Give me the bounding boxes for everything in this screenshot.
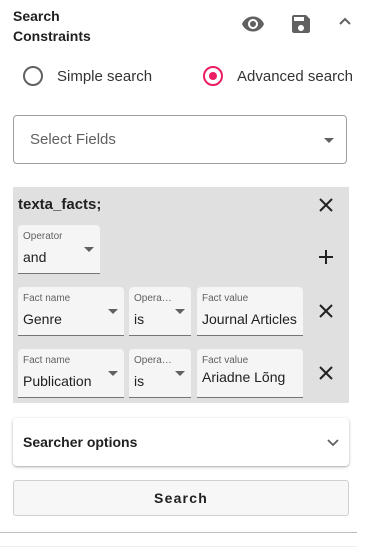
fact-name-select[interactable]: Fact name Genre — [18, 287, 124, 336]
fact-value-input[interactable]: Fact value Ariadne Lõng — [197, 349, 303, 398]
remove-fact-button[interactable] — [313, 298, 339, 324]
operator-value: and — [23, 249, 47, 265]
fact-value-text: Ariadne Lõng — [202, 369, 286, 385]
remove-constraint-button[interactable] — [313, 192, 339, 218]
fact-operator-select[interactable]: Opera… is — [129, 349, 191, 398]
fact-name-value: Publication — [23, 373, 92, 389]
radio-unchecked-icon — [23, 66, 43, 86]
fact-operator-select[interactable]: Opera… is — [129, 287, 191, 336]
fact-operator-value: is — [134, 373, 145, 389]
fact-name-label: Fact name — [23, 355, 71, 366]
advanced-search-label: Advanced search — [237, 67, 353, 85]
close-icon — [319, 304, 333, 318]
remove-fact-button[interactable] — [313, 360, 339, 386]
select-fields-placeholder: Select Fields — [30, 131, 116, 148]
close-icon — [319, 366, 333, 380]
radio-checked-icon — [203, 66, 223, 86]
operator-label: Operator — [23, 231, 63, 242]
chevron-down-icon — [175, 309, 185, 314]
search-button[interactable]: Search — [13, 480, 349, 516]
fact-value-input[interactable]: Fact value Journal Articles — [197, 287, 303, 336]
divider — [0, 546, 357, 547]
fact-operator-value: is — [134, 311, 145, 327]
advanced-search-radio[interactable]: Advanced search — [203, 66, 353, 86]
fact-value-text: Journal Articles — [202, 311, 297, 327]
simple-search-label: Simple search — [57, 67, 153, 85]
eye-icon[interactable] — [239, 10, 267, 38]
chevron-down-icon — [108, 371, 118, 376]
panel-title: Search Constraints — [13, 8, 91, 44]
constraint-title: texta_facts; — [18, 196, 102, 213]
chevron-up-icon[interactable] — [331, 8, 359, 36]
simple-search-radio[interactable]: Simple search — [23, 66, 152, 86]
fact-operator-label: Opera… — [134, 293, 172, 304]
add-fact-button[interactable] — [313, 244, 339, 270]
fact-value-label: Fact value — [202, 293, 249, 304]
chevron-down-icon — [324, 138, 334, 143]
chevron-down-icon — [108, 309, 118, 314]
searcher-options-expander[interactable]: Searcher options — [13, 418, 349, 466]
chevron-down-icon — [325, 434, 341, 450]
select-fields-dropdown[interactable]: Select Fields — [13, 115, 347, 164]
fact-name-label: Fact name — [23, 293, 71, 304]
save-icon[interactable] — [287, 10, 315, 38]
chevron-down-icon — [175, 371, 185, 376]
operator-select[interactable]: Operator and — [18, 225, 100, 274]
chevron-down-icon — [84, 247, 94, 252]
plus-icon — [319, 250, 333, 264]
fact-name-value: Genre — [23, 311, 62, 327]
divider — [0, 532, 357, 533]
searcher-options-label: Searcher options — [23, 434, 138, 450]
fact-value-label: Fact value — [202, 355, 249, 366]
fact-name-select[interactable]: Fact name Publication — [18, 349, 124, 398]
close-icon — [319, 198, 333, 212]
fact-operator-label: Opera… — [134, 355, 172, 366]
